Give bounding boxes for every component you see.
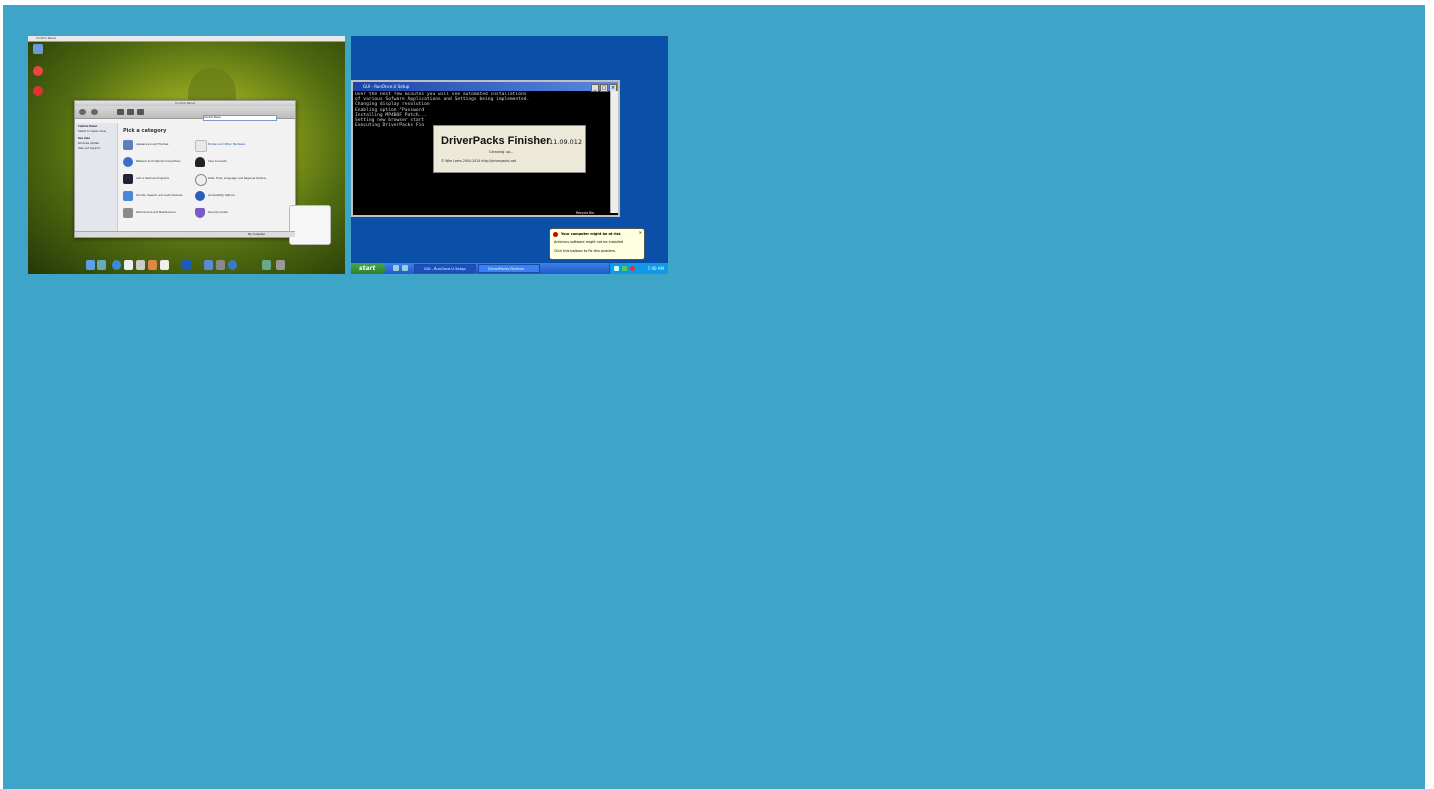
minimize-icon[interactable]: _ xyxy=(591,84,599,92)
dock-app2-icon[interactable] xyxy=(136,260,145,270)
driverpacks-finisher-dialog: DriverPacks Finisher 11.09.012 Cleaning … xyxy=(433,125,586,173)
balloon-line2: Click this balloon to fix this problem. xyxy=(554,249,616,253)
forward-icon[interactable] xyxy=(91,109,98,115)
dock-app-icon[interactable] xyxy=(97,260,106,270)
address-bar[interactable]: Control Panel xyxy=(203,115,277,121)
quicklaunch-ie-icon[interactable] xyxy=(402,265,408,271)
console-title: GUI - RunOnce.U Setup xyxy=(363,84,410,89)
sidebar-section-see-also: See Also xyxy=(78,137,91,140)
sidebar-item-control-panel[interactable]: Control Panel xyxy=(78,125,114,128)
tray-security-icon[interactable] xyxy=(630,266,635,271)
category-sounds[interactable]: Sounds, Speech, and Audio Devices xyxy=(123,191,191,203)
quicklaunch-desktop-icon[interactable] xyxy=(393,265,399,271)
dock-app3-icon[interactable] xyxy=(148,260,157,270)
console-scrollbar[interactable] xyxy=(610,91,618,213)
appearance-icon xyxy=(123,140,133,150)
warning-icon xyxy=(553,232,558,237)
printer-icon xyxy=(195,140,207,152)
category-pane: Pick a category Appearance and Themes Pr… xyxy=(119,123,331,245)
ipod-icon[interactable] xyxy=(33,66,43,76)
dock-mail-icon[interactable] xyxy=(124,260,133,270)
dock xyxy=(84,257,289,272)
task-finisher[interactable]: DriverPacks Finisher xyxy=(478,264,540,273)
task-console[interactable]: GUI - RunOnce.U Setup xyxy=(414,264,476,273)
clock: 7:40 AM xyxy=(647,266,664,271)
dock-finder-icon[interactable] xyxy=(86,260,95,270)
dock-app9-icon[interactable] xyxy=(262,260,271,270)
balloon-close-icon[interactable]: × xyxy=(639,230,642,235)
dock-app4-icon[interactable] xyxy=(160,260,169,270)
category-appearance[interactable]: Appearance and Themes xyxy=(123,140,191,152)
dock-safari-icon[interactable] xyxy=(112,260,121,270)
category-security[interactable]: Security Center xyxy=(195,208,263,220)
category-accessibility[interactable]: Accessibility Options xyxy=(195,191,263,203)
performance-icon xyxy=(123,208,133,218)
clock-icon xyxy=(195,174,207,186)
menu-bar[interactable]: Control Panel xyxy=(28,36,345,42)
programs-icon xyxy=(123,174,133,184)
accessibility-icon xyxy=(195,191,205,201)
back-icon[interactable] xyxy=(79,109,86,115)
category-add-remove[interactable]: Add or Remove Programs xyxy=(123,174,191,186)
category-performance[interactable]: Performance and Maintenance xyxy=(123,208,191,220)
sidebar: Control Panel Switch to Classic View See… xyxy=(75,123,118,231)
dock-app8-icon[interactable] xyxy=(228,260,237,270)
system-tray: 7:40 AM xyxy=(609,263,668,274)
view-icon[interactable] xyxy=(127,109,134,115)
network-icon xyxy=(123,157,133,167)
security-balloon[interactable]: Your computer might be at risk × Antivir… xyxy=(549,228,645,260)
sidebar-item-help[interactable]: Help and Support xyxy=(78,147,114,150)
taskbar: start GUI - RunOnce.U Setup DriverPacks … xyxy=(351,263,668,274)
up-icon[interactable] xyxy=(117,109,124,115)
dock-trash-icon[interactable] xyxy=(276,260,285,270)
page-title: Pick a category xyxy=(123,128,167,134)
category-network[interactable]: Network and Internet Connections xyxy=(123,157,191,169)
tray-network-icon[interactable] xyxy=(614,266,619,271)
folders-icon[interactable] xyxy=(137,109,144,115)
dock-app6-icon[interactable] xyxy=(204,260,213,270)
console-titlebar[interactable]: GUI - RunOnce.U Setup _ □ × xyxy=(353,82,618,92)
computer-icon[interactable] xyxy=(33,44,43,54)
users-icon xyxy=(195,157,205,167)
recycle-bin-label[interactable]: Recycle Bin xyxy=(576,211,594,215)
sound-icon xyxy=(123,191,133,201)
balloon-title: Your computer might be at risk xyxy=(561,232,621,236)
maximize-icon[interactable]: □ xyxy=(600,84,608,92)
category-printers[interactable]: Printers and Other Hardware xyxy=(195,140,263,152)
finisher-copyright: © Wim Leers 2004-2014 http://driverpacks… xyxy=(441,159,516,163)
start-button[interactable]: start xyxy=(351,263,385,274)
shield-icon xyxy=(195,208,205,218)
status-location: My Computer xyxy=(248,233,265,236)
sidebar-item-windows-update[interactable]: Windows Update xyxy=(78,142,114,145)
dock-app5-icon[interactable] xyxy=(182,260,191,270)
control-panel-window[interactable]: Control Panel Control Panel Control Pane… xyxy=(74,100,331,245)
xp-desktop-screenshot: GUI - RunOnce.U Setup _ □ × Over the next … xyxy=(351,36,668,274)
menubar-app-label: Control Panel xyxy=(36,36,56,40)
balloon-line1: Antivirus software might not be installe… xyxy=(554,240,624,244)
finisher-title: DriverPacks Finisher xyxy=(441,135,551,147)
tray-app-icon[interactable] xyxy=(622,266,627,271)
sidebar-item-classic-view[interactable]: Switch to Classic View xyxy=(78,130,114,133)
dock-app7-icon[interactable] xyxy=(216,260,225,270)
trash-icon[interactable] xyxy=(33,86,43,96)
finisher-version: 11.09.012 xyxy=(549,138,583,146)
category-user-accounts[interactable]: User Accounts xyxy=(195,157,263,169)
apple-badge-icon xyxy=(289,205,331,245)
mac-desktop-screenshot: Control Panel Control Panel Control Pane… xyxy=(28,36,345,274)
status-bar: My Computer xyxy=(75,231,295,237)
finisher-status: Cleaning up... xyxy=(489,150,514,154)
category-date-time[interactable]: Date, Time, Language, and Regional Optio… xyxy=(195,174,266,186)
